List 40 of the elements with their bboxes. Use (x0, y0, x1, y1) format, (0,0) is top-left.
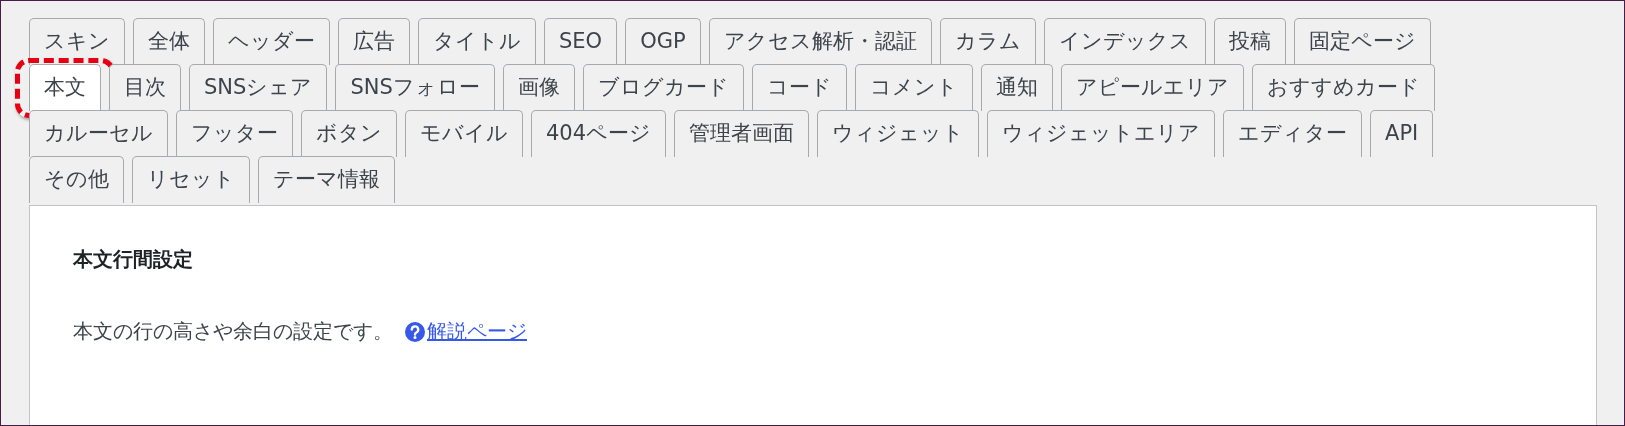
tab[interactable]: ブログカード (582, 64, 744, 111)
tab[interactable]: スキン (29, 18, 125, 65)
tab[interactable]: コード (751, 64, 847, 111)
tab[interactable]: ウィジェットエリア (987, 110, 1216, 157)
tab[interactable]: アピールエリア (1060, 64, 1244, 111)
tab[interactable]: SEO (544, 18, 618, 65)
tab[interactable]: ヘッダー (213, 18, 330, 65)
tab[interactable]: アクセス解析・認証 (708, 18, 932, 65)
tab[interactable]: 広告 (338, 18, 410, 65)
tab[interactable]: 通知 (980, 64, 1053, 111)
tab[interactable]: 目次 (109, 64, 181, 111)
tab[interactable]: SNSシェア (189, 64, 328, 111)
help-icon[interactable] (405, 321, 425, 342)
tab[interactable]: エディター (1223, 110, 1363, 157)
tab[interactable]: 投稿 (1213, 18, 1286, 65)
tab[interactable]: 全体 (133, 18, 205, 65)
help-link[interactable]: 解説ページ (427, 318, 527, 345)
tab[interactable]: SNSフォロー (335, 64, 495, 111)
tab[interactable]: カラム (939, 18, 1036, 65)
tab[interactable]: その他 (29, 156, 124, 203)
tab[interactable]: ウィジェット (817, 110, 980, 157)
tab[interactable]: 本文 (29, 64, 101, 111)
section-heading: 本文行間設定 (73, 246, 194, 273)
tab[interactable]: 固定ページ (1293, 18, 1431, 65)
tab[interactable]: テーマ情報 (258, 156, 395, 203)
tab[interactable]: モバイル (405, 110, 523, 157)
tab[interactable]: おすすめカード (1251, 64, 1435, 111)
tab[interactable]: ボタン (301, 110, 397, 157)
tab[interactable]: OGP (625, 18, 701, 65)
tab[interactable]: フッター (176, 110, 293, 157)
tab[interactable]: 画像 (502, 64, 575, 111)
tab[interactable]: タイトル (418, 18, 536, 65)
tab[interactable]: 404ページ (531, 110, 667, 157)
tab[interactable]: コメント (854, 64, 973, 111)
tab[interactable]: カルーセル (29, 110, 168, 157)
description-text: 本文の行の高さや余白の設定です。 (73, 318, 393, 345)
tab[interactable]: リセット (132, 156, 250, 203)
tab[interactable]: API (1370, 110, 1434, 157)
tab[interactable]: インデックス (1043, 18, 1206, 65)
tab[interactable]: 管理者画面 (674, 110, 810, 157)
